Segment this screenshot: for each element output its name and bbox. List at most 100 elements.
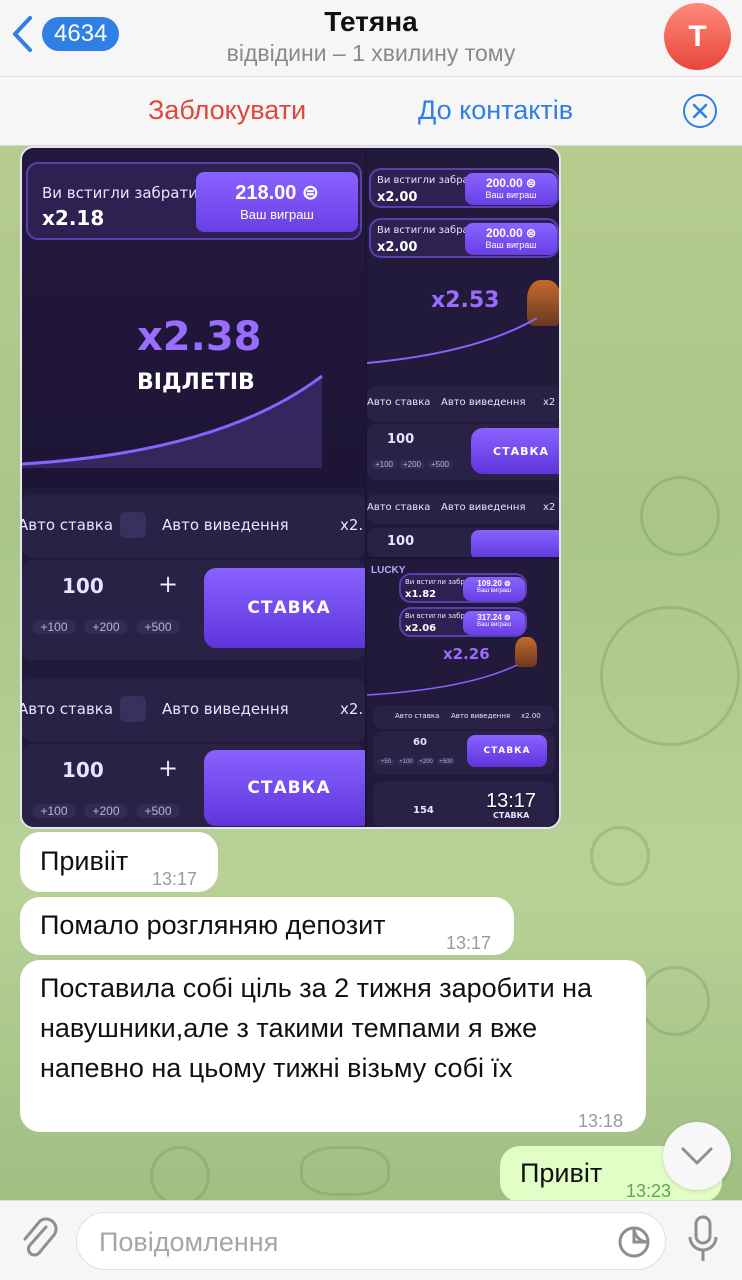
- avatar[interactable]: Т: [664, 3, 731, 70]
- chip-500[interactable]: +500: [427, 460, 453, 469]
- win-amount-pill: 200.00 ⊜ Ваш виграш: [465, 223, 557, 255]
- win-multiplier: x2.00: [377, 240, 418, 255]
- chip-50[interactable]: +50: [377, 759, 395, 765]
- win-amount: 218.00 ⊜: [235, 182, 319, 204]
- plus-icon[interactable]: +: [158, 570, 178, 598]
- album-photo-1[interactable]: Ви встигли забрати! x2.18 218.00 ⊜ Ваш в…: [22, 148, 365, 827]
- bet-panel: 100 +100 +200 +500 СТАВКА: [367, 424, 559, 480]
- bet-panel-2: 100: [367, 528, 559, 557]
- win-amount-pill: 109.20 ⊜ Ваш виграш: [463, 577, 525, 601]
- bet-amount[interactable]: 154: [413, 805, 434, 816]
- chip-200[interactable]: +200: [399, 460, 425, 469]
- chip-500[interactable]: +500: [437, 759, 455, 765]
- chip-500[interactable]: +500: [136, 620, 180, 634]
- auto-checkbox[interactable]: [120, 696, 146, 722]
- message-time: 13:18: [578, 1111, 624, 1131]
- flight-curve: [367, 317, 538, 364]
- paperclip-icon[interactable]: [18, 1217, 60, 1263]
- win-banner-2: Ви встигли забрати! x2.06 317.24 ⊜ Ваш в…: [399, 607, 527, 637]
- win-multiplier: x2.18: [42, 206, 105, 230]
- message-placeholder: Повідомлення: [99, 1227, 279, 1257]
- auto-settings-row: Авто ставка Авто виведення x2.: [22, 494, 365, 558]
- chip-200[interactable]: +200: [84, 620, 128, 634]
- message-text: Привіт: [520, 1158, 603, 1188]
- auto-settings-row: Авто ставка Авто виведення x2.00: [373, 705, 555, 729]
- bet-amount[interactable]: 100: [62, 758, 104, 782]
- scroll-to-bottom-button[interactable]: [663, 1122, 731, 1190]
- message-bubble-2[interactable]: Помало розгляняю депозит 13:17: [20, 897, 514, 955]
- plus-icon[interactable]: +: [158, 754, 178, 782]
- close-bar-button[interactable]: [683, 94, 717, 128]
- chip-100[interactable]: +100: [371, 460, 397, 469]
- win-caption: Ваш виграш: [485, 240, 537, 250]
- message-input[interactable]: Повідомлення: [76, 1212, 666, 1270]
- contact-action-bar: Заблокувати До контактів: [0, 76, 742, 146]
- bet-amount[interactable]: 100: [387, 534, 414, 549]
- bet-button[interactable]: СТАВКА: [204, 750, 365, 826]
- win-caption: Ваш виграш: [485, 190, 537, 200]
- bet-panel: 60 +50 +100 +200 +500 СТАВКА: [373, 731, 555, 775]
- win-title: Ви встигли забрати!: [42, 184, 204, 202]
- auto-settings-row-2: Авто ставка Авто виведення x2: [367, 494, 559, 524]
- message-time: 13:17: [446, 933, 492, 953]
- media-album[interactable]: Ви встигли забрати! x2.18 218.00 ⊜ Ваш в…: [20, 146, 561, 829]
- chip-500[interactable]: +500: [136, 804, 180, 818]
- bet-button[interactable]: [471, 530, 559, 557]
- message-bubble-1[interactable]: Привіiт 13:17: [20, 832, 218, 892]
- chip-200[interactable]: +200: [84, 804, 128, 818]
- chip-200[interactable]: +200: [417, 759, 435, 765]
- last-seen-status: відвідини – 1 хвилину тому: [226, 40, 516, 66]
- chip-100[interactable]: +100: [397, 759, 415, 765]
- album-photo-2[interactable]: Ви встигли забрати! x2.00 200.00 ⊜ Ваш в…: [367, 148, 559, 557]
- win-amount: 200.00 ⊜: [485, 176, 537, 190]
- bet-amount[interactable]: 60: [413, 737, 427, 748]
- bet-button[interactable]: СТАВКА: [467, 735, 547, 767]
- album-timestamp: 13:17: [486, 790, 537, 812]
- auto-cashout-label: Авто виведення: [162, 516, 289, 534]
- chip-100[interactable]: +100: [32, 620, 76, 634]
- win-multiplier: x1.82: [405, 589, 437, 600]
- message-text: Помало розгляняю депозит: [40, 910, 386, 940]
- auto-bet-label: Авто ставка: [22, 700, 114, 718]
- win-amount-pill: 317.24 ⊜ Ваш виграш: [463, 611, 525, 635]
- auto-cashout-label: Авто виведення: [441, 502, 526, 513]
- win-caption: Ваш виграш: [476, 588, 512, 594]
- auto-settings-row: Авто ставка Авто виведення x2: [367, 386, 559, 422]
- win-amount-pill: 200.00 ⊜ Ваш виграш: [465, 173, 557, 205]
- bet-amount[interactable]: 100: [387, 432, 414, 447]
- contact-name[interactable]: Тетяна: [0, 6, 742, 38]
- bet-button[interactable]: СТАВКА: [471, 428, 559, 474]
- album-photo-3[interactable]: LUCKY Ви встигли забрати! x1.82 109.20 ⊜…: [367, 559, 559, 827]
- win-amount: 109.20 ⊜: [477, 579, 511, 588]
- flight-multiplier: x2.38: [137, 314, 262, 360]
- win-multiplier: x2.00: [377, 190, 418, 205]
- add-to-contacts-button[interactable]: До контактів: [418, 95, 573, 126]
- win-amount-pill: 218.00 ⊜ Ваш виграш: [196, 172, 358, 232]
- win-amount: 200.00 ⊜: [485, 226, 537, 240]
- message-composer: Повідомлення: [0, 1200, 742, 1280]
- cashout-value: x2: [543, 397, 556, 408]
- chip-100[interactable]: +100: [32, 804, 76, 818]
- auto-settings-row-2: Авто ставка Авто виведення x2.: [22, 678, 365, 742]
- auto-cashout-label: Авто виведення: [441, 397, 526, 408]
- cashout-value: x2.00: [521, 712, 541, 720]
- sticker-icon[interactable]: [617, 1225, 651, 1259]
- bet-button[interactable]: СТАВКА: [204, 568, 365, 648]
- win-banner-2: Ви встигли забрати! x2.00 200.00 ⊜ Ваш в…: [369, 218, 559, 258]
- auto-bet-label: Авто ставка: [367, 397, 431, 408]
- auto-checkbox[interactable]: [120, 512, 146, 538]
- bet-amount[interactable]: 100: [62, 574, 104, 598]
- microphone-icon[interactable]: [686, 1215, 720, 1265]
- game-logo: LUCKY: [371, 565, 406, 576]
- cashout-value: x2: [543, 502, 556, 513]
- block-button[interactable]: Заблокувати: [148, 95, 306, 126]
- bet-panel: 100 + +100 +200 +500 СТАВКА: [22, 560, 365, 660]
- auto-bet-label: Авто ставка: [395, 712, 440, 720]
- win-multiplier: x2.06: [405, 623, 437, 634]
- auto-bet-label: Авто ставка: [22, 516, 114, 534]
- close-icon: [692, 103, 708, 119]
- message-text: Привіiт: [40, 846, 129, 876]
- cashout-value: x2.: [340, 700, 364, 718]
- message-bubble-3[interactable]: Поставила собі ціль за 2 тижня заробити …: [20, 960, 646, 1132]
- cashout-value: x2.: [340, 516, 364, 534]
